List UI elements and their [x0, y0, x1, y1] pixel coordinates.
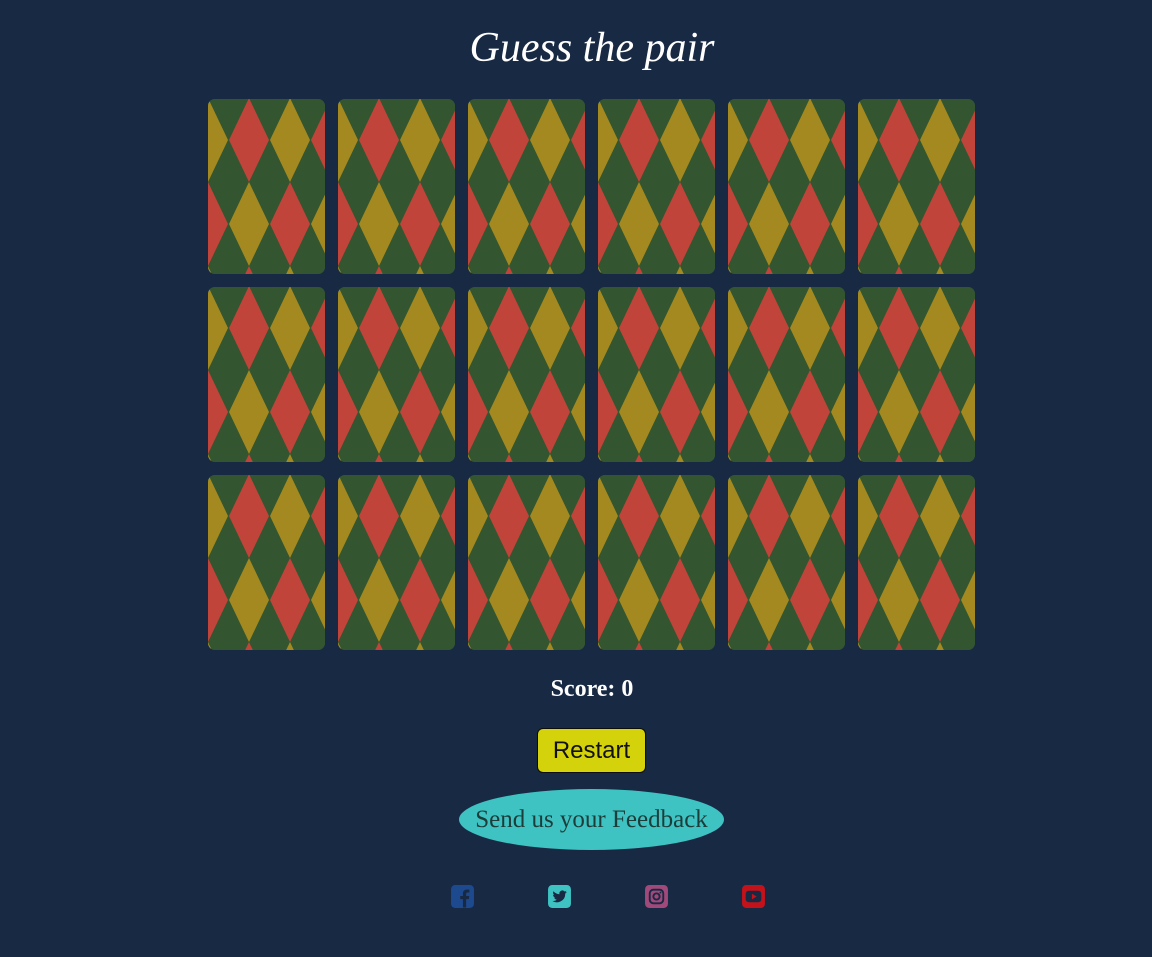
card-back-pattern	[468, 475, 585, 650]
youtube-icon[interactable]	[741, 884, 766, 909]
card-back-pattern	[208, 99, 325, 274]
card[interactable]	[208, 475, 325, 650]
feedback-button[interactable]: Send us your Feedback	[459, 789, 724, 850]
instagram-icon[interactable]	[644, 884, 669, 909]
score-label: Score: 0	[550, 676, 634, 702]
card[interactable]	[598, 99, 715, 274]
card[interactable]	[338, 99, 455, 274]
card-back-pattern	[858, 287, 975, 462]
card-back-pattern	[598, 99, 715, 274]
card-back-pattern	[598, 287, 715, 462]
card[interactable]	[728, 475, 845, 650]
card[interactable]	[338, 287, 455, 462]
card-back-pattern	[468, 287, 585, 462]
card-back-pattern	[598, 475, 715, 650]
card-back-pattern	[728, 475, 845, 650]
card-back-pattern	[858, 99, 975, 274]
card-board	[208, 99, 975, 650]
card[interactable]	[728, 287, 845, 462]
card-back-pattern	[208, 475, 325, 650]
card[interactable]	[208, 287, 325, 462]
card[interactable]	[728, 99, 845, 274]
card-back-pattern	[338, 287, 455, 462]
card[interactable]	[338, 475, 455, 650]
restart-button[interactable]: Restart	[537, 728, 646, 773]
card[interactable]	[598, 475, 715, 650]
card[interactable]	[468, 287, 585, 462]
facebook-icon[interactable]	[450, 884, 475, 909]
card[interactable]	[858, 475, 975, 650]
card-back-pattern	[728, 99, 845, 274]
card-back-pattern	[728, 287, 845, 462]
card[interactable]	[598, 287, 715, 462]
twitter-icon[interactable]	[547, 884, 572, 909]
card[interactable]	[858, 99, 975, 274]
card-back-pattern	[338, 475, 455, 650]
card[interactable]	[858, 287, 975, 462]
card-back-pattern	[338, 99, 455, 274]
card-back-pattern	[858, 475, 975, 650]
card-back-pattern	[208, 287, 325, 462]
card[interactable]	[468, 475, 585, 650]
card-back-pattern	[468, 99, 585, 274]
card[interactable]	[208, 99, 325, 274]
page-title: Guess the pair	[469, 25, 715, 71]
card[interactable]	[468, 99, 585, 274]
